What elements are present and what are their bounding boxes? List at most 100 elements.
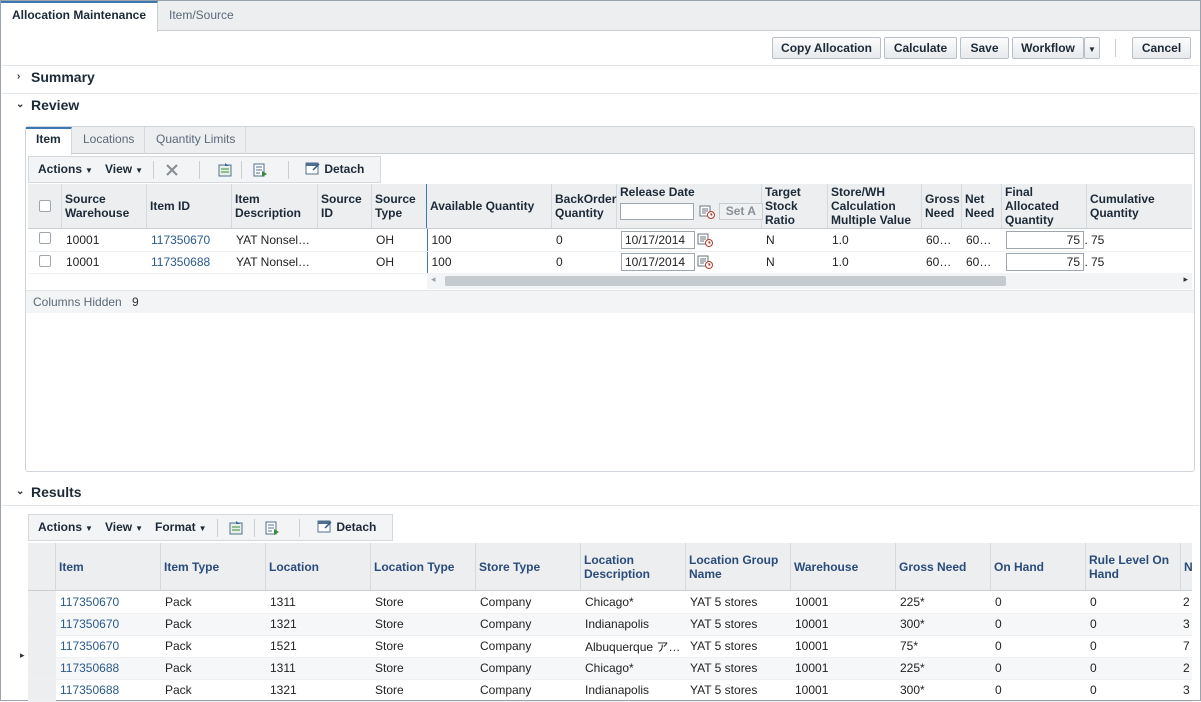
col-net-need[interactable]: Net Need bbox=[962, 184, 1002, 228]
table-row[interactable]: 10001 117350670 YAT Nonsel… OH 100 0 10/… bbox=[28, 229, 1192, 252]
set-all-button[interactable]: Set A bbox=[718, 203, 763, 220]
col-final-allocated-quantity[interactable]: Final Allocated Quantity bbox=[1002, 184, 1087, 228]
workflow-dropdown-button[interactable]: ▼ bbox=[1084, 37, 1100, 59]
section-review-title[interactable]: Review bbox=[31, 97, 79, 113]
cell-gross-need: 225* bbox=[896, 657, 991, 680]
col-store-wh-calculation[interactable]: Store/WH Calculation Multiple Value bbox=[828, 184, 922, 228]
detach-button[interactable]: Detach bbox=[305, 161, 364, 176]
col-next[interactable]: N bbox=[1181, 543, 1192, 590]
actions-menu[interactable]: Actions ▼ bbox=[38, 520, 93, 534]
export-icon[interactable] bbox=[228, 520, 244, 536]
tab-allocation-maintenance[interactable]: Allocation Maintenance bbox=[1, 1, 159, 32]
chevron-down-icon[interactable]: ⌄ bbox=[16, 486, 24, 497]
col-warehouse[interactable]: Warehouse bbox=[791, 543, 896, 590]
col-item[interactable]: Item bbox=[56, 543, 161, 590]
select-all-checkbox-cell bbox=[28, 184, 62, 228]
final-allocated-quantity-input[interactable]: 75 bbox=[1006, 230, 1084, 249]
cell-item-type: Pack bbox=[161, 679, 266, 702]
detach-button[interactable]: Detach bbox=[317, 519, 376, 534]
col-location-group-name[interactable]: Location Group Name bbox=[686, 543, 791, 590]
col-source-type[interactable]: Source Type bbox=[372, 184, 427, 228]
col-store-type[interactable]: Store Type bbox=[476, 543, 581, 590]
tab-locations[interactable]: Locations bbox=[73, 127, 146, 154]
row-header[interactable] bbox=[28, 613, 56, 636]
cell-next: 3 bbox=[1181, 613, 1192, 636]
release-date-setall-input[interactable] bbox=[620, 203, 694, 220]
chevron-right-icon[interactable]: › bbox=[17, 71, 20, 82]
calendar-icon[interactable] bbox=[697, 233, 713, 247]
item-link[interactable]: 117350670 bbox=[56, 635, 161, 658]
format-menu[interactable]: Format ▼ bbox=[155, 520, 207, 534]
col-source-warehouse[interactable]: Source Warehouse bbox=[62, 184, 147, 228]
item-link[interactable]: 117350688 bbox=[56, 679, 161, 702]
release-date-input[interactable]: 10/17/2014 bbox=[621, 253, 695, 271]
item-link[interactable]: 117350670 bbox=[56, 613, 161, 636]
col-location-description[interactable]: Location Description bbox=[581, 543, 686, 590]
final-allocated-quantity-input[interactable]: 75 bbox=[1006, 253, 1084, 271]
col-release-date[interactable]: Release Date Set A bbox=[617, 184, 763, 228]
calculate-button[interactable]: Calculate bbox=[884, 37, 957, 59]
tab-item-source[interactable]: Item/Source bbox=[158, 1, 245, 31]
col-target-stock-ratio[interactable]: Target Stock Ratio bbox=[762, 184, 828, 228]
workflow-button[interactable]: Workflow bbox=[1012, 37, 1084, 59]
cell-location-group-name: YAT 5 stores bbox=[686, 657, 791, 680]
col-location[interactable]: Location bbox=[266, 543, 371, 590]
col-item-id[interactable]: Item ID bbox=[147, 184, 232, 228]
col-on-hand[interactable]: On Hand bbox=[991, 543, 1086, 590]
col-backorder-quantity[interactable]: BackOrder Quantity bbox=[552, 184, 617, 228]
select-all-checkbox[interactable] bbox=[38, 200, 51, 212]
scroll-left-icon[interactable]: ◂ bbox=[431, 274, 436, 285]
item-id-link[interactable]: 117350670 bbox=[147, 229, 232, 252]
cell-backorder-quantity: 0 bbox=[552, 229, 617, 252]
chevron-down-icon[interactable]: ⌄ bbox=[16, 99, 24, 110]
table-row[interactable]: 117350688 Pack 1321 Store Company Indianapoli… bbox=[28, 679, 1192, 702]
item-id-link[interactable]: 117350688 bbox=[147, 251, 232, 274]
cancel-button[interactable]: Cancel bbox=[1132, 37, 1191, 59]
row-header[interactable] bbox=[28, 635, 56, 658]
cell-gross-need: 600… bbox=[922, 251, 962, 274]
col-location-type[interactable]: Location Type bbox=[371, 543, 476, 590]
calendar-icon[interactable] bbox=[699, 205, 716, 219]
col-cumulative-quantity[interactable]: Cumulative Quantity bbox=[1087, 184, 1192, 228]
cell-location-group-name: YAT 5 stores bbox=[686, 613, 791, 636]
export-icon[interactable] bbox=[217, 162, 233, 178]
tab-item[interactable]: Item bbox=[26, 127, 72, 155]
scrollbar-thumb[interactable] bbox=[445, 276, 1006, 286]
section-results-title[interactable]: Results bbox=[31, 484, 82, 500]
wrap-icon[interactable] bbox=[264, 520, 280, 536]
view-menu[interactable]: View ▼ bbox=[105, 520, 143, 534]
actions-menu[interactable]: Actions ▼ bbox=[38, 162, 93, 176]
item-link[interactable]: 117350688 bbox=[56, 657, 161, 680]
col-source-id[interactable]: Source ID bbox=[318, 184, 372, 228]
col-gross-need[interactable]: Gross Need bbox=[896, 543, 991, 590]
horizontal-scrollbar[interactable]: ◂ ▸ bbox=[427, 273, 1192, 289]
wrap-icon[interactable] bbox=[252, 162, 268, 178]
col-rule-level-on-hand[interactable]: Rule Level On Hand bbox=[1086, 543, 1181, 590]
table-row[interactable]: 117350670 Pack 1311 Store Company Chicago* YAT… bbox=[28, 591, 1192, 614]
col-available-quantity[interactable]: Available Quantity bbox=[427, 184, 552, 228]
delete-icon[interactable] bbox=[164, 162, 180, 178]
row-header[interactable] bbox=[28, 657, 56, 680]
table-row[interactable]: 117350688 Pack 1311 Store Company Chicago* YAT… bbox=[28, 657, 1192, 680]
table-row[interactable]: 117350670 Pack 1321 Store Company Indianapoli… bbox=[28, 613, 1192, 636]
row-header[interactable] bbox=[28, 679, 56, 702]
cell-gross-need: 225* bbox=[896, 591, 991, 614]
row-header[interactable] bbox=[28, 591, 56, 614]
section-summary-title[interactable]: Summary bbox=[31, 69, 95, 85]
view-menu[interactable]: View ▼ bbox=[105, 162, 143, 176]
col-gross-need[interactable]: Gross Need bbox=[922, 184, 962, 228]
col-item-type[interactable]: Item Type bbox=[161, 543, 266, 590]
table-row[interactable]: 10001 117350688 YAT Nonsel… OH 100 0 10/… bbox=[28, 251, 1192, 274]
cell-available-quantity: 100 bbox=[427, 251, 552, 274]
row-checkbox[interactable] bbox=[39, 232, 51, 245]
release-date-input[interactable]: 10/17/2014 bbox=[621, 230, 695, 249]
calendar-icon[interactable] bbox=[697, 255, 713, 269]
col-item-description[interactable]: Item Description bbox=[232, 184, 318, 228]
copy-allocation-button[interactable]: Copy Allocation bbox=[772, 37, 881, 59]
item-link[interactable]: 117350670 bbox=[56, 591, 161, 614]
tab-quantity-limits[interactable]: Quantity Limits bbox=[146, 127, 247, 154]
row-checkbox[interactable] bbox=[39, 254, 51, 267]
scroll-right-icon[interactable]: ▸ bbox=[1183, 274, 1188, 285]
save-button[interactable]: Save bbox=[960, 37, 1009, 59]
table-row[interactable]: 117350670 Pack 1521 Store Company Albuquerque… bbox=[28, 635, 1192, 658]
